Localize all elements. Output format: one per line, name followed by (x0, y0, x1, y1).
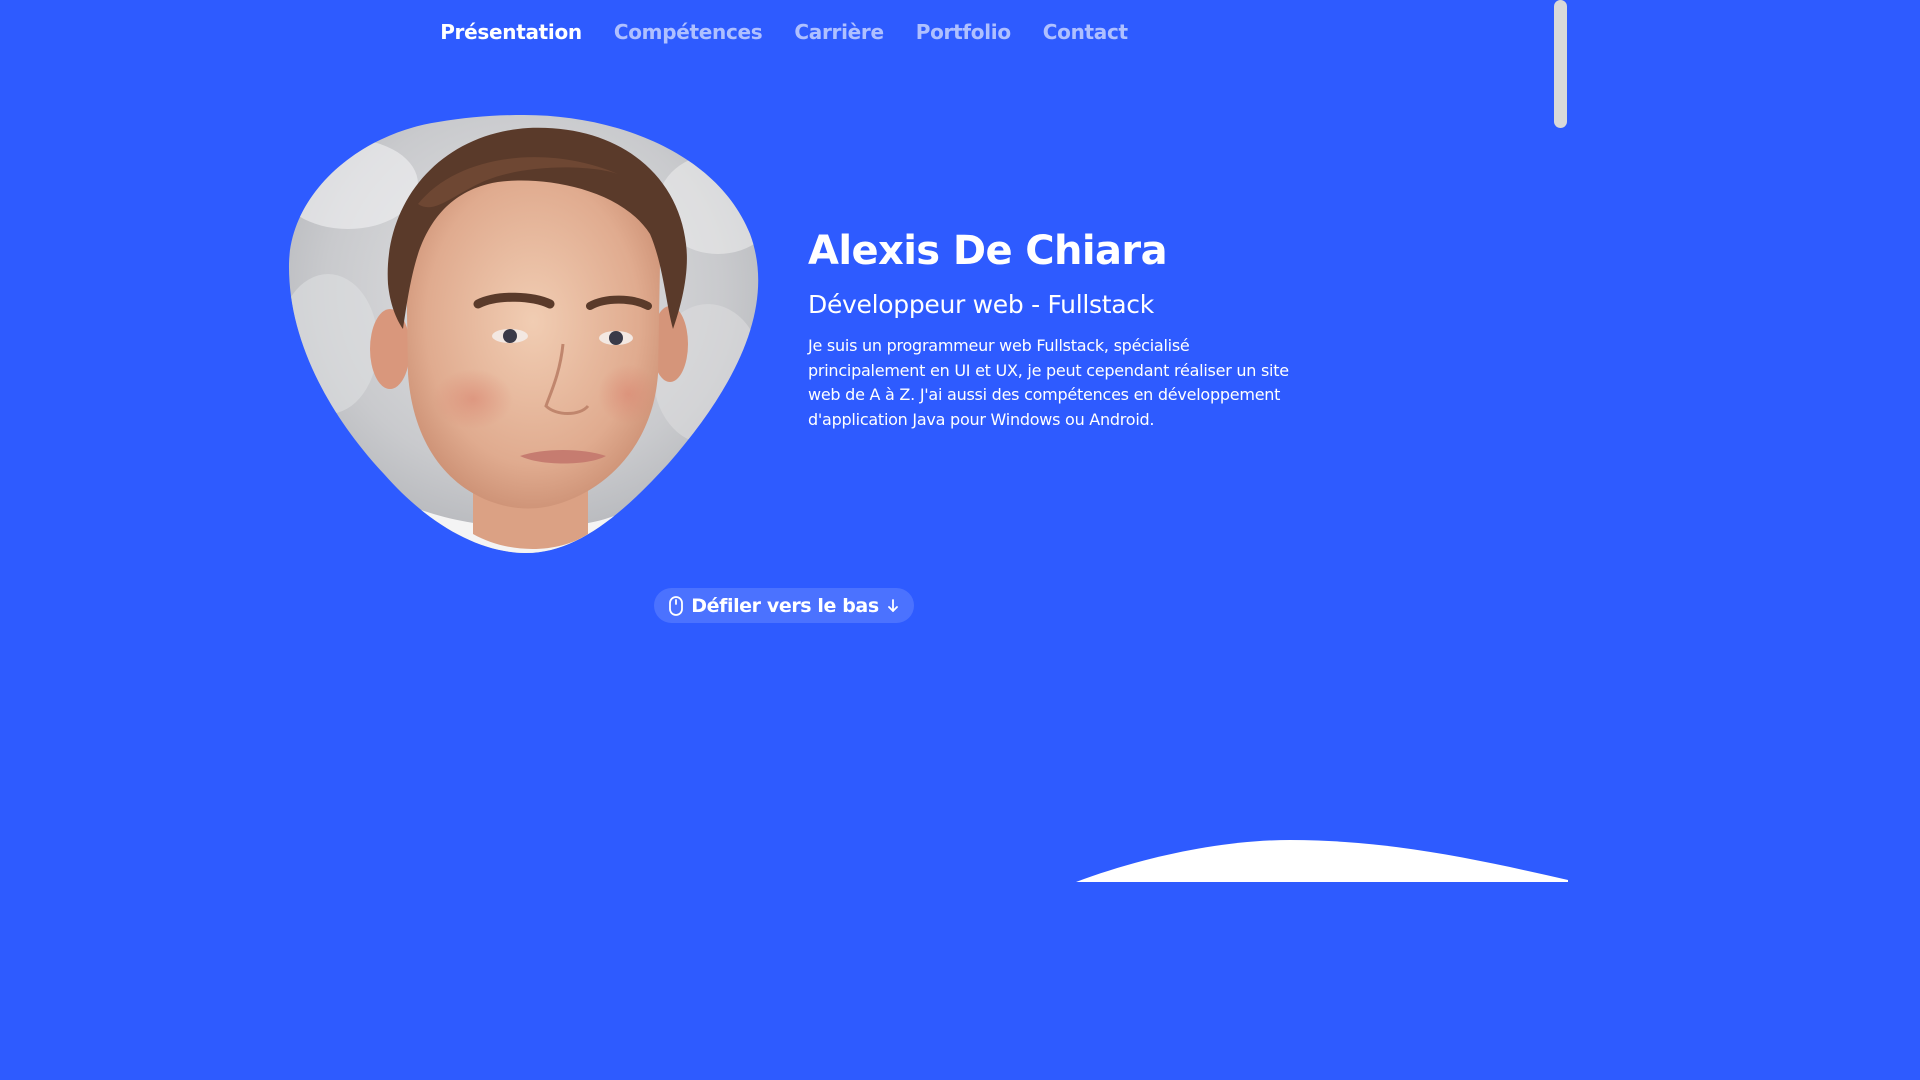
nav-item-carriere[interactable]: Carrière (778, 14, 899, 50)
page-scrollbar[interactable] (1552, 0, 1568, 882)
nav-item-portfolio[interactable]: Portfolio (900, 14, 1027, 50)
intro-description: Je suis un programmeur web Fullstack, sp… (808, 336, 1289, 429)
page-title: Alexis De Chiara (808, 228, 1168, 274)
arrow-down-icon (887, 598, 899, 613)
intro-section: Alexis De Chiara Développeur web - Fulls… (808, 224, 1298, 432)
section-wave-divider (1076, 840, 1568, 882)
nav-item-presentation[interactable]: Présentation (424, 14, 598, 50)
job-title: Développeur web - Fullstack (808, 290, 1154, 319)
page: Présentation Compétences Carrière Portfo… (0, 0, 1568, 882)
scrollbar-thumb[interactable] (1554, 0, 1567, 128)
scroll-down-button[interactable]: Défiler vers le bas (654, 588, 914, 623)
profile-photo (288, 114, 760, 554)
nav-item-competences[interactable]: Compétences (598, 14, 779, 50)
scroll-down-label: Défiler vers le bas (691, 594, 879, 617)
main-nav: Présentation Compétences Carrière Portfo… (0, 14, 1568, 50)
mouse-icon (669, 595, 684, 616)
nav-item-contact[interactable]: Contact (1027, 14, 1144, 50)
